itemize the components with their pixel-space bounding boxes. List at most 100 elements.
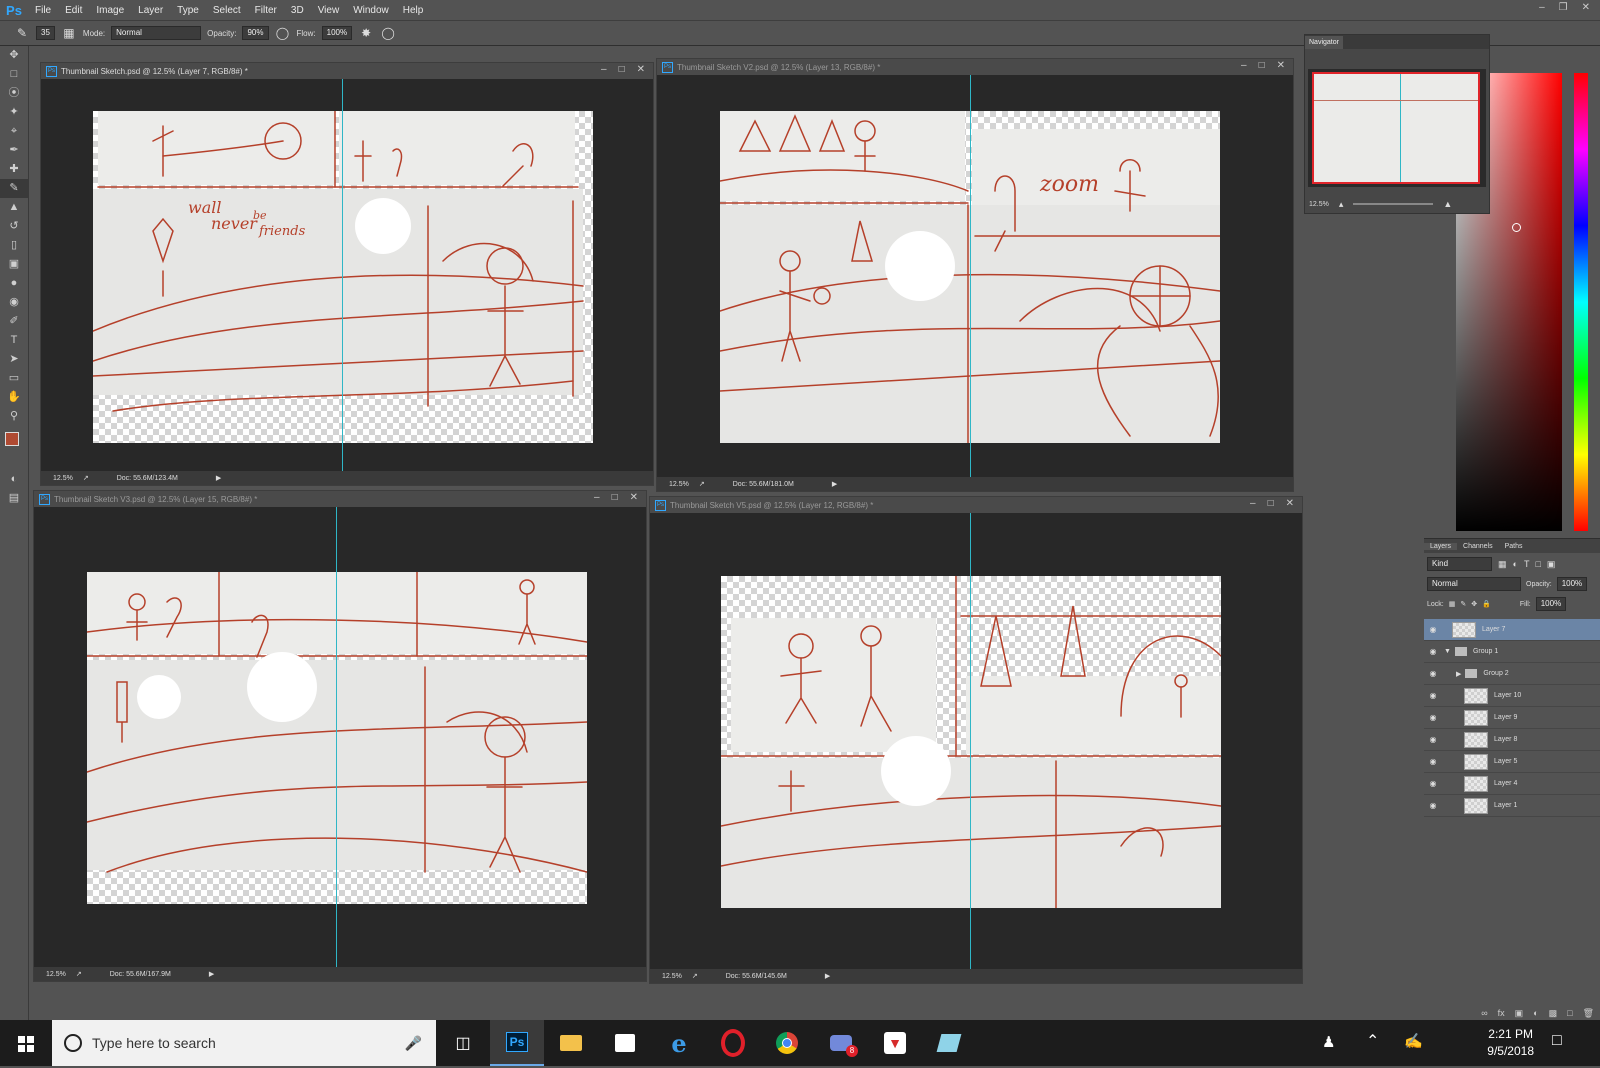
lock-all-icon[interactable]: 🔒	[1482, 600, 1491, 608]
channels-tab[interactable]: Channels	[1457, 543, 1499, 550]
layers-tab[interactable]: Layers	[1424, 542, 1458, 550]
maximize-icon[interactable]: □	[1268, 498, 1274, 509]
vertical-guide[interactable]	[970, 75, 971, 479]
opera-browser-icon[interactable]	[706, 1020, 760, 1066]
canvas[interactable]	[721, 576, 1221, 908]
zoom-level[interactable]: 12.5%	[662, 973, 682, 980]
close-icon[interactable]: ✕	[1277, 60, 1285, 71]
filter-adjust-icon[interactable]: ◐	[1513, 559, 1518, 569]
filter-shape-icon[interactable]: □	[1535, 559, 1540, 569]
history-brush-tool-icon[interactable]: ↺	[0, 217, 28, 236]
share-icon[interactable]: ↗	[692, 972, 698, 980]
brush-panel-icon[interactable]: ▦	[61, 25, 77, 41]
filter-pixel-icon[interactable]: ▦	[1498, 559, 1507, 570]
notes-app-icon[interactable]	[922, 1020, 976, 1066]
taskbar-search-box[interactable]: Type here to search 🎤	[52, 1020, 436, 1066]
document-tab-4[interactable]: Ps Thumbnail Sketch V5.psd @ 12.5% (Laye…	[650, 497, 1302, 513]
visibility-eye-icon[interactable]: ◉	[1424, 647, 1442, 656]
discord-icon[interactable]: 8	[814, 1020, 868, 1066]
minimize-icon[interactable]: –	[1539, 2, 1545, 13]
minimize-icon[interactable]: –	[1241, 60, 1247, 71]
microphone-icon[interactable]: 🎤	[405, 1035, 422, 1052]
layer-row-layer-9[interactable]: ◉ Layer 9	[1424, 707, 1600, 729]
layer-style-icon[interactable]: fx	[1498, 1008, 1505, 1019]
task-view-icon[interactable]: ◫	[436, 1020, 490, 1066]
document-tab-1[interactable]: Ps Thumbnail Sketch.psd @ 12.5% (Layer 7…	[41, 63, 653, 79]
opacity-input[interactable]: 90%	[242, 26, 269, 40]
disclosure-open-icon[interactable]: ▼	[1444, 648, 1451, 655]
blur-tool-icon[interactable]: ●	[0, 274, 28, 293]
delete-layer-icon[interactable]: 🗑	[1583, 1008, 1594, 1019]
navigator-zoom[interactable]: 12.5%	[1309, 201, 1329, 208]
menu-view[interactable]: View	[311, 5, 347, 16]
menu-layer[interactable]: Layer	[131, 5, 170, 16]
canvas[interactable]: wall never be friends	[93, 111, 593, 443]
people-icon[interactable]: ♟	[1322, 1033, 1335, 1051]
share-icon[interactable]: ↗	[83, 474, 89, 482]
color-picker-cursor-icon[interactable]	[1512, 223, 1521, 232]
store-icon[interactable]	[598, 1020, 652, 1066]
vertical-guide[interactable]	[342, 79, 343, 473]
visibility-eye-icon[interactable]: ◉	[1424, 691, 1442, 700]
maximize-icon[interactable]: □	[612, 492, 618, 503]
add-mask-icon[interactable]: ▣	[1515, 1008, 1524, 1019]
flow-input[interactable]: 100%	[321, 26, 353, 40]
marquee-tool-icon[interactable]: □	[0, 65, 28, 84]
lock-transparent-icon[interactable]: ▦	[1449, 600, 1456, 608]
pressure-size-icon[interactable]: ◯	[380, 25, 396, 41]
pen-tool-icon[interactable]: ✐	[0, 312, 28, 331]
navigator-preview[interactable]	[1308, 69, 1486, 187]
share-icon[interactable]: ↗	[699, 480, 705, 488]
status-arrow-icon[interactable]: ▶	[832, 480, 837, 488]
zoom-tool-icon[interactable]: ⚲	[0, 407, 28, 426]
lasso-tool-icon[interactable]: ⦿	[0, 84, 28, 103]
system-clock[interactable]: 2:21 PM 9/5/2018	[1487, 1026, 1534, 1060]
layer-row-layer-4[interactable]: ◉ Layer 4	[1424, 773, 1600, 795]
lock-image-icon[interactable]: ✎	[1460, 600, 1466, 608]
healing-brush-tool-icon[interactable]: ✚	[0, 160, 28, 179]
maximize-icon[interactable]: □	[1259, 60, 1265, 71]
brush-tool-icon[interactable]: ✎	[14, 25, 30, 41]
share-icon[interactable]: ↗	[76, 970, 82, 978]
vertical-guide[interactable]	[970, 513, 971, 969]
start-button[interactable]	[0, 1020, 52, 1066]
layer-filter-kind[interactable]: Kind	[1427, 557, 1492, 571]
menu-image[interactable]: Image	[89, 5, 131, 16]
status-arrow-icon[interactable]: ▶	[825, 972, 830, 980]
zoom-level[interactable]: 12.5%	[669, 481, 689, 488]
brush-tool-icon[interactable]: ✎	[0, 179, 28, 198]
close-icon[interactable]: ✕	[1286, 498, 1294, 509]
blend-mode-select[interactable]: Normal	[1427, 577, 1521, 591]
menu-edit[interactable]: Edit	[58, 5, 89, 16]
foreground-color-swatch[interactable]	[5, 432, 19, 446]
menu-select[interactable]: Select	[206, 5, 248, 16]
eraser-tool-icon[interactable]: ▯	[0, 236, 28, 255]
chrome-browser-icon[interactable]	[760, 1020, 814, 1066]
menu-type[interactable]: Type	[170, 5, 206, 16]
navigator-zoom-slider[interactable]	[1353, 203, 1434, 205]
quick-mask-icon[interactable]: ◐	[0, 470, 28, 489]
type-tool-icon[interactable]: T	[0, 331, 28, 350]
document-tab-3[interactable]: Ps Thumbnail Sketch V3.psd @ 12.5% (Laye…	[34, 491, 646, 507]
layer-row-layer-10[interactable]: ◉ Layer 10	[1424, 685, 1600, 707]
lock-position-icon[interactable]: ✥	[1471, 600, 1477, 608]
filter-smart-icon[interactable]: ▣	[1547, 559, 1556, 570]
link-layers-icon[interactable]: ∞	[1481, 1008, 1487, 1019]
gradient-tool-icon[interactable]: ▣	[0, 255, 28, 274]
canvas[interactable]	[87, 572, 587, 904]
document-window-2[interactable]: Ps Thumbnail Sketch V2.psd @ 12.5% (Laye…	[656, 58, 1294, 492]
menu-filter[interactable]: Filter	[248, 5, 284, 16]
visibility-eye-icon[interactable]: ◉	[1424, 757, 1442, 766]
document-window-1[interactable]: Ps Thumbnail Sketch.psd @ 12.5% (Layer 7…	[40, 62, 654, 486]
antivirus-shield-icon[interactable]: ▼	[868, 1020, 922, 1066]
document-window-3[interactable]: Ps Thumbnail Sketch V3.psd @ 12.5% (Laye…	[33, 490, 647, 982]
chevron-up-icon[interactable]: ⌃	[1366, 1031, 1379, 1051]
paths-tab[interactable]: Paths	[1499, 543, 1529, 550]
file-explorer-icon[interactable]	[544, 1020, 598, 1066]
zoom-level[interactable]: 12.5%	[46, 971, 66, 978]
vertical-guide[interactable]	[336, 507, 337, 967]
menu-3d[interactable]: 3D	[284, 5, 311, 16]
layer-opacity-input[interactable]: 100%	[1556, 577, 1588, 591]
zoom-out-icon[interactable]: ▴	[1339, 199, 1344, 210]
visibility-eye-icon[interactable]: ◉	[1424, 625, 1442, 634]
